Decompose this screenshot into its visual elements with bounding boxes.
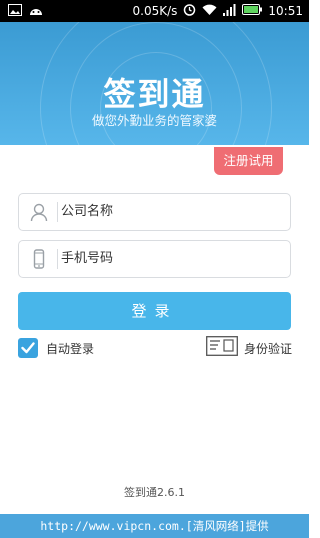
id-card-icon <box>206 336 238 360</box>
id-verify-label: 身份验证 <box>244 341 293 356</box>
app-logo-title: 签到通 <box>103 75 206 113</box>
id-verify-link[interactable]: 身份验证 <box>206 336 293 360</box>
clock: 10:51 <box>268 4 303 18</box>
wifi-icon <box>202 4 217 19</box>
register-trial-button[interactable]: 注册试用 <box>214 147 283 175</box>
network-speed: 0.05K/s <box>132 4 178 18</box>
company-field[interactable] <box>18 193 291 231</box>
header-banner: 签到通 做您外勤业务的管家婆 <box>0 22 309 145</box>
battery-icon <box>242 4 263 18</box>
image-icon <box>8 4 22 19</box>
user-icon <box>29 202 49 222</box>
phone-field[interactable] <box>18 240 291 278</box>
checkbox-checked-icon[interactable] <box>18 338 38 358</box>
status-bar: 0.05K/s 10:51 <box>0 0 309 22</box>
field-divider <box>57 249 58 269</box>
alarm-icon <box>183 3 196 19</box>
auto-login-label: 自动登录 <box>46 341 95 356</box>
company-input[interactable] <box>61 198 281 224</box>
app-version: 签到通2.6.1 <box>124 486 185 499</box>
phone-icon <box>29 249 49 269</box>
login-button[interactable]: 登录 <box>18 292 291 330</box>
signal-icon <box>223 3 236 19</box>
watermark-bar: http://www.vipcn.com.[清风网络]提供 <box>0 514 309 538</box>
android-icon <box>28 4 44 19</box>
app-slogan: 做您外勤业务的管家婆 <box>91 113 217 128</box>
field-divider <box>57 202 58 222</box>
phone-input[interactable] <box>61 245 281 271</box>
auto-login-toggle[interactable]: 自动登录 <box>18 338 94 358</box>
